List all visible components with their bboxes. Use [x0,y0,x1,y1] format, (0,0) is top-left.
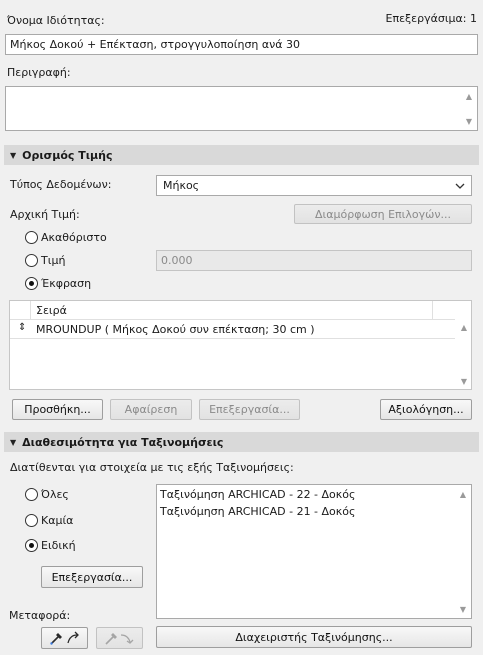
property-name-label: Όνομα Ιδιότητας: [7,14,105,27]
radio-undefined[interactable]: Ακαθόριστο [25,231,107,244]
radio-undefined-indicator [25,231,38,244]
transfer-label: Μεταφορά: [9,609,71,622]
radio-value-indicator [25,254,38,267]
scroll-down-icon[interactable]: ▼ [460,605,466,614]
list-item[interactable]: Ταξινόμηση ARCHICAD - 21 - Δοκός [160,505,355,518]
expression-table-header: Σειρά [10,301,455,320]
radio-all[interactable]: Όλες [25,488,69,501]
radio-all-indicator [25,488,38,501]
scroll-down-icon[interactable]: ▼ [466,117,472,126]
expression-table[interactable]: Σειρά ⇕ MROUNDUP ( Μήκος Δοκού συν επέκτ… [9,300,472,390]
radio-custom-indicator [25,539,38,552]
classification-manager-button[interactable]: Διαχειριστής Ταξινόμησης... [156,626,472,648]
classification-section-header[interactable]: ▼ Διαθεσιμότητα για Ταξινομήσεις [4,432,479,452]
add-button[interactable]: Προσθήκη... [12,399,103,420]
initial-value-label: Αρχική Τιμή: [10,208,80,221]
radio-none-indicator [25,514,38,527]
value-input[interactable]: 0.000 [156,250,472,271]
property-name-input[interactable]: Μήκος Δοκού + Επέκταση, στρογγυλοποίηση … [5,34,478,55]
list-item[interactable]: Ταξινόμηση ARCHICAD - 22 - Δοκός [160,488,355,501]
eyedropper-pick-icon [49,631,79,645]
inject-button[interactable] [96,627,143,649]
column-divider [432,301,433,320]
radio-custom[interactable]: Ειδική [25,539,76,552]
data-type-value: Μήκος [163,179,200,192]
description-textarea[interactable]: ▲ ▼ [5,86,478,131]
evaluate-button[interactable]: Αξιολόγηση... [380,399,472,420]
edit-expression-button[interactable]: Επεξεργασία... [199,399,300,420]
description-label: Περιγραφή: [7,66,71,79]
column-divider [30,301,31,320]
pick-up-button[interactable] [41,627,88,649]
configure-options-button[interactable]: Διαμόρφωση Επιλογών... [294,204,472,224]
scroll-up-icon[interactable]: ▲ [466,92,472,101]
column-order-header: Σειρά [36,304,67,317]
radio-value[interactable]: Τιμή [25,254,65,267]
edit-count-text: Επεξεργάσιμα: 1 [385,12,478,25]
chevron-down-icon [455,183,465,189]
radio-expression[interactable]: Έκφραση [25,277,91,290]
collapse-triangle-icon: ▼ [10,150,17,160]
syringe-inject-icon [104,633,133,645]
collapse-triangle-icon: ▼ [10,437,17,447]
expression-text: MROUNDUP ( Μήκος Δοκού συν επέκταση; 30 … [36,323,315,336]
scroll-up-icon[interactable]: ▲ [460,490,466,499]
radio-none[interactable]: Καμία [25,514,73,527]
drag-handle-icon[interactable]: ⇕ [18,322,26,333]
edit-classifications-button[interactable]: Επεξεργασία... [41,566,143,588]
scroll-up-icon[interactable]: ▲ [461,323,467,332]
property-name-value: Μήκος Δοκού + Επέκταση, στρογγυλοποίηση … [10,38,301,51]
scroll-down-icon[interactable]: ▼ [461,377,467,386]
classification-list[interactable]: Ταξινόμηση ARCHICAD - 22 - Δοκός Ταξινόμ… [156,484,472,619]
data-type-label: Τύπος Δεδομένων: [10,178,112,191]
remove-button[interactable]: Αφαίρεση [110,399,192,420]
data-type-select[interactable]: Μήκος [156,175,472,196]
radio-expression-indicator [25,277,38,290]
available-for-label: Διατίθενται για στοιχεία με τις εξής Ταξ… [10,461,294,474]
table-row[interactable]: ⇕ MROUNDUP ( Μήκος Δοκού συν επέκταση; 3… [10,320,455,339]
value-definition-section-header[interactable]: ▼ Ορισμός Τιμής [4,145,479,165]
